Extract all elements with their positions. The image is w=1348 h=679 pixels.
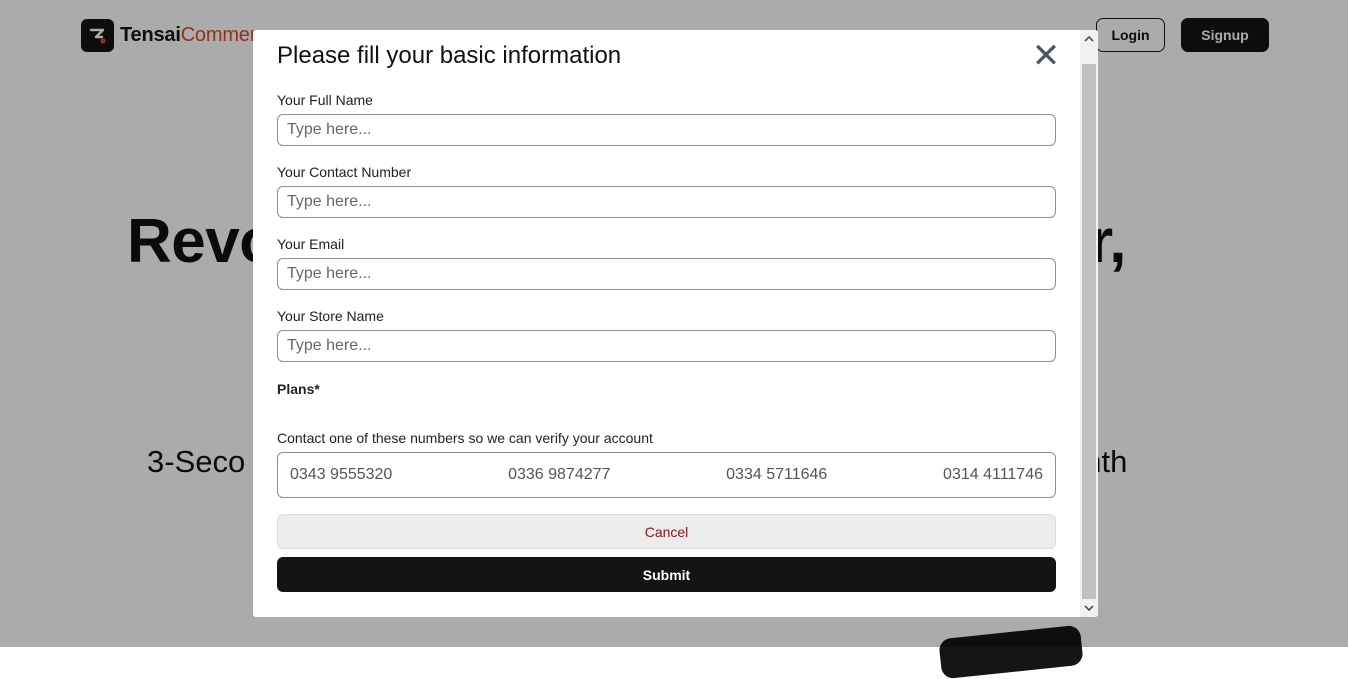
email-input[interactable]: [277, 258, 1056, 290]
store-name-label: Your Store Name: [277, 308, 384, 324]
scroll-down-arrow-icon[interactable]: [1080, 599, 1098, 617]
full-name-label: Your Full Name: [277, 92, 373, 108]
verify-number: 0343 9555320: [290, 466, 393, 483]
modal-scrollbar[interactable]: [1080, 30, 1098, 617]
modal-title: Please fill your basic information: [277, 42, 622, 69]
cancel-button[interactable]: Cancel: [277, 514, 1056, 549]
full-name-input[interactable]: [277, 114, 1056, 146]
email-label: Your Email: [277, 236, 345, 252]
close-icon[interactable]: ✕: [1031, 39, 1061, 73]
scrollbar-thumb[interactable]: [1082, 64, 1096, 599]
submit-button[interactable]: Submit: [277, 557, 1056, 592]
store-name-input[interactable]: [277, 330, 1056, 362]
scroll-up-arrow-icon[interactable]: [1080, 30, 1098, 48]
verify-contact-label: Contact one of these numbers so we can v…: [277, 430, 653, 446]
info-modal: Please fill your basic information ✕ You…: [253, 30, 1098, 617]
verify-number: 0334 5711646: [726, 466, 828, 483]
verify-number: 0314 4111746: [943, 466, 1043, 483]
verify-numbers-box: 0343 9555320 0336 9874277 0334 5711646 0…: [277, 452, 1056, 498]
verify-number: 0336 9874277: [508, 466, 611, 483]
plans-label: Plans*: [277, 381, 320, 397]
contact-number-label: Your Contact Number: [277, 164, 412, 180]
contact-number-input[interactable]: [277, 186, 1056, 218]
